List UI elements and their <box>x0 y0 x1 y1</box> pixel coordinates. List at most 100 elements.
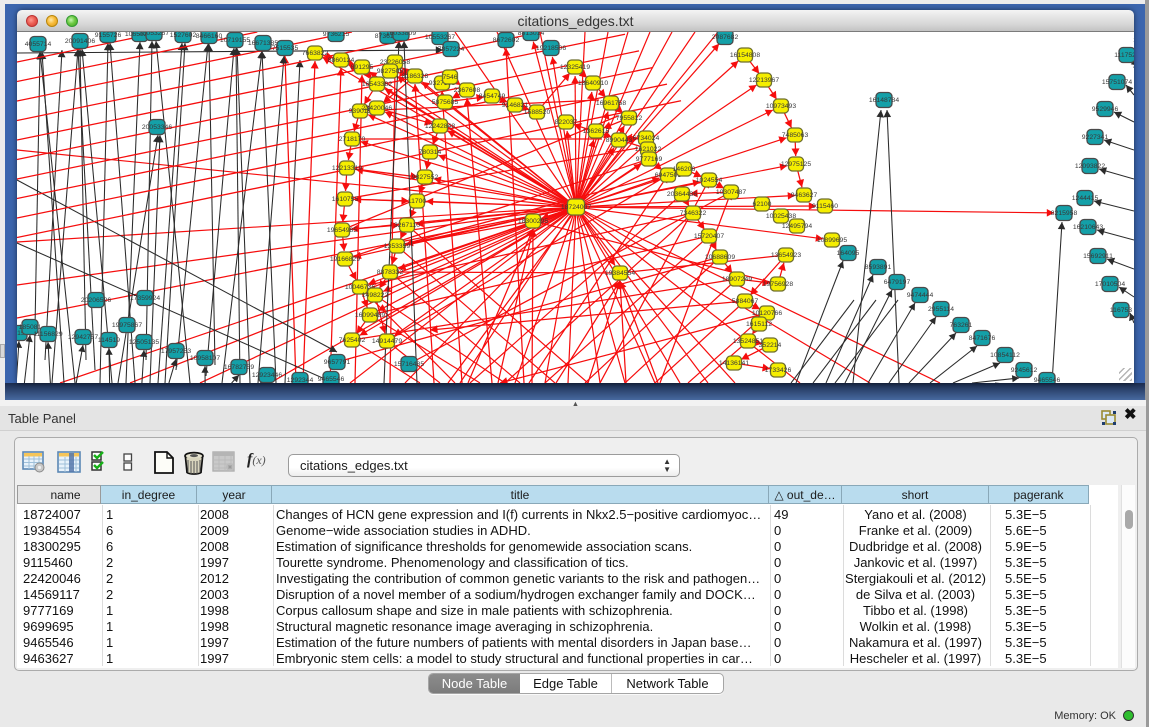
svg-text:352214: 352214 <box>759 342 782 349</box>
svg-text:11156829: 11156829 <box>33 331 62 338</box>
svg-text:9465546: 9465546 <box>318 376 345 383</box>
svg-text:6479197: 6479197 <box>884 279 911 286</box>
svg-text:7857224: 7857224 <box>438 46 465 53</box>
svg-text:12242848: 12242848 <box>425 123 455 130</box>
svg-text:8813014: 8813014 <box>518 32 545 37</box>
svg-text:1527602: 1527602 <box>170 32 197 39</box>
svg-text:3267110: 3267110 <box>394 222 420 229</box>
svg-text:12213319: 12213319 <box>332 165 362 172</box>
svg-text:9245612: 9245612 <box>1011 367 1038 374</box>
svg-text:20053267: 20053267 <box>139 32 169 37</box>
svg-text:8878332: 8878332 <box>377 269 404 276</box>
svg-text:1362615: 1362615 <box>583 128 610 135</box>
svg-text:185081: 185081 <box>19 324 42 331</box>
svg-text:23420046: 23420046 <box>362 105 392 112</box>
svg-text:1588520: 1588520 <box>524 109 551 116</box>
svg-text:5884067: 5884067 <box>732 298 759 305</box>
svg-text:16099489: 16099489 <box>355 312 385 319</box>
svg-text:7546: 7546 <box>442 74 457 81</box>
svg-text:116753: 116753 <box>1110 307 1132 314</box>
svg-text:7515535: 7515535 <box>272 45 299 52</box>
svg-text:10719155: 10719155 <box>220 37 250 44</box>
svg-text:1292344: 1292344 <box>287 377 314 383</box>
svg-text:19756928: 19756928 <box>763 281 793 288</box>
svg-text:17359924: 17359924 <box>130 295 160 302</box>
svg-text:7955812: 7955812 <box>616 115 643 122</box>
svg-text:19654985: 19654985 <box>327 227 357 234</box>
svg-text:8990443: 8990443 <box>606 137 633 144</box>
svg-text:9777169: 9777169 <box>636 156 663 163</box>
svg-text:62100: 62100 <box>753 201 772 208</box>
svg-text:12975125: 12975125 <box>781 161 811 168</box>
svg-text:9657791: 9657791 <box>324 359 351 366</box>
svg-text:6734024: 6734024 <box>633 135 660 142</box>
svg-text:12505135: 12505135 <box>129 339 159 346</box>
svg-text:10553267: 10553267 <box>425 34 455 41</box>
svg-text:10120766: 10120766 <box>752 310 782 317</box>
svg-text:16782759: 16782759 <box>224 364 254 371</box>
svg-text:20053346: 20053346 <box>142 124 172 131</box>
svg-text:7663822: 7663822 <box>302 50 329 57</box>
svg-text:111752: 111752 <box>1133 37 1134 44</box>
svg-text:19975867: 19975867 <box>112 322 142 329</box>
svg-text:146206: 146206 <box>673 166 696 173</box>
svg-text:9465546: 9465546 <box>1034 377 1061 383</box>
svg-text:2367608: 2367608 <box>454 87 481 94</box>
svg-text:15720407: 15720407 <box>694 233 724 240</box>
svg-text:1610755: 1610755 <box>332 196 359 203</box>
svg-text:12923446: 12923446 <box>252 372 282 379</box>
svg-text:8471676: 8471676 <box>969 335 996 342</box>
svg-text:19218506: 19218506 <box>536 45 566 52</box>
svg-text:9155726: 9155726 <box>95 32 122 39</box>
svg-text:763261: 763261 <box>950 322 973 329</box>
svg-text:17010504: 17010504 <box>1095 281 1125 288</box>
svg-text:2955114: 2955114 <box>928 306 954 313</box>
svg-text:9827509: 9827509 <box>377 68 404 75</box>
svg-text:8672602: 8672602 <box>493 37 520 44</box>
svg-text:10688609: 10688609 <box>705 254 735 261</box>
svg-text:1244415: 1244415 <box>1072 195 1099 202</box>
svg-text:7485063: 7485063 <box>782 132 809 139</box>
svg-text:8454749: 8454749 <box>479 93 506 100</box>
svg-text:9115460: 9115460 <box>812 203 838 210</box>
svg-text:1733426: 1733426 <box>765 367 792 374</box>
svg-text:15692911: 15692911 <box>1083 253 1113 260</box>
svg-text:5875685: 5875685 <box>432 99 459 106</box>
svg-text:16543382: 16543382 <box>362 81 392 88</box>
svg-text:2087682: 2087682 <box>712 34 739 41</box>
svg-text:18300295: 18300295 <box>518 218 548 225</box>
svg-text:12495794: 12495794 <box>782 223 812 230</box>
svg-text:9463627: 9463627 <box>791 192 818 199</box>
svg-text:1117524: 1117524 <box>1114 52 1134 59</box>
svg-text:780314: 780314 <box>419 149 442 156</box>
svg-text:8215958: 8215958 <box>1051 210 1078 217</box>
svg-text:10899695: 10899695 <box>817 237 847 244</box>
svg-text:8186328: 8186328 <box>402 73 429 80</box>
svg-text:4055714: 4055714 <box>25 41 52 48</box>
svg-text:16961758: 16961758 <box>596 100 626 107</box>
svg-text:18907249: 18907249 <box>722 276 752 283</box>
svg-text:9827552: 9827552 <box>412 174 439 181</box>
svg-text:10307487: 10307487 <box>716 189 746 196</box>
svg-text:11700: 11700 <box>408 198 427 205</box>
svg-text:12213967: 12213967 <box>749 77 779 84</box>
svg-text:16148784: 16148784 <box>869 97 899 104</box>
svg-text:10854112: 10854112 <box>990 352 1020 359</box>
svg-text:891295: 891295 <box>351 64 374 71</box>
svg-text:15716485: 15716485 <box>394 361 424 368</box>
svg-text:9146821: 9146821 <box>502 102 529 109</box>
svg-text:9227341: 9227341 <box>1082 134 1109 141</box>
svg-text:9736215: 9736215 <box>323 32 350 38</box>
svg-text:20206526: 20206526 <box>81 297 111 304</box>
svg-text:20091406: 20091406 <box>65 38 95 45</box>
svg-text:8593891: 8593891 <box>865 264 892 271</box>
svg-text:8466160: 8466160 <box>196 33 223 40</box>
svg-text:12942757: 12942757 <box>68 334 98 341</box>
svg-text:18724007: 18724007 <box>561 204 591 211</box>
svg-text:12093822: 12093822 <box>1075 163 1105 170</box>
svg-text:14914479: 14914479 <box>372 338 402 345</box>
svg-text:164095: 164095 <box>837 250 860 257</box>
svg-text:13654923: 13654923 <box>771 252 801 259</box>
svg-text:1024554: 1024554 <box>696 177 723 184</box>
svg-text:2718170: 2718170 <box>339 136 366 143</box>
